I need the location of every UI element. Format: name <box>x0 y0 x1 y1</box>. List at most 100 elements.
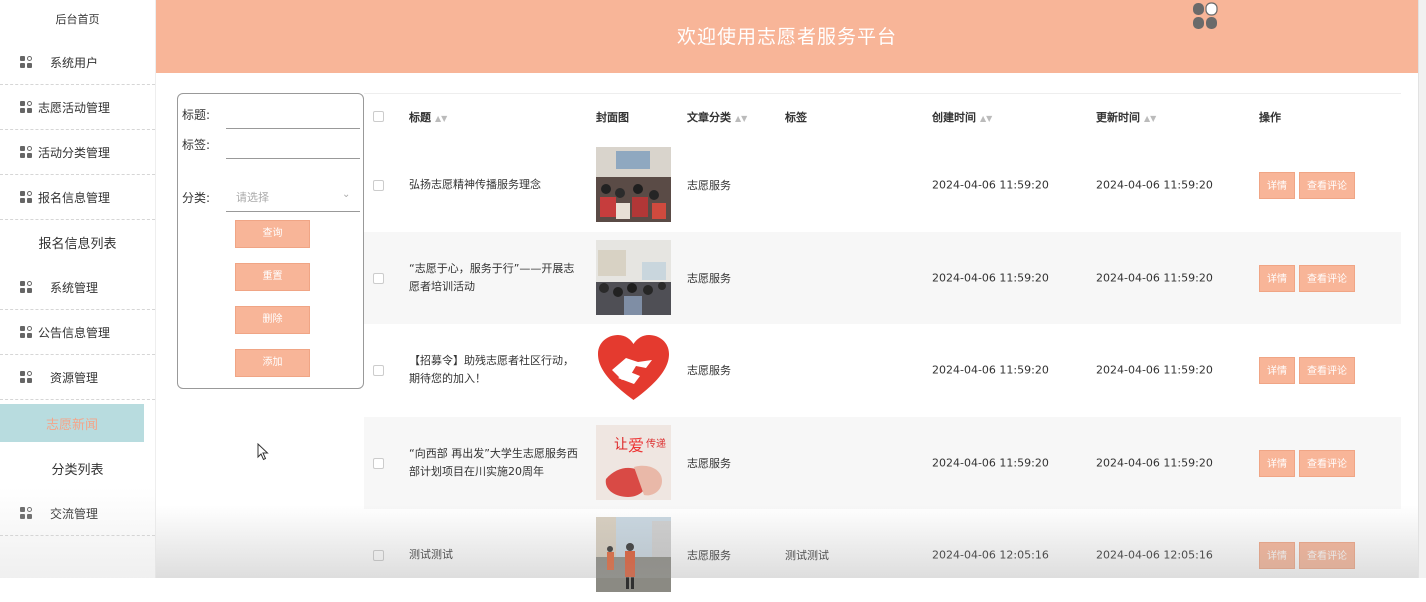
row-checkbox[interactable] <box>373 272 384 284</box>
table-row: “志愿于心，服务于行”——开展志愿者培训活动 志愿服务 2024-04-06 11:… <box>364 231 1401 324</box>
reset-button[interactable]: 重置 <box>235 263 310 291</box>
sidebar-item[interactable]: 志愿活动管理 <box>0 85 155 130</box>
sidebar-item[interactable]: 系统管理 <box>0 265 155 310</box>
sidebar-item-label: 活动分类管理 <box>38 145 111 160</box>
table-row: 【招募令】助残志愿者社区行动，期待您的加入！ 志愿服务 2024-04-06 11:… <box>364 324 1401 417</box>
sidebar-item[interactable]: 资源管理 <box>0 355 155 400</box>
table-row: 弘扬志愿精神传播服务理念 志愿服务 2024-04-06 11:59:20 2024-… <box>364 139 1401 232</box>
logo-icon <box>1193 2 1218 29</box>
row-created: 2024-04-06 11:59:20 <box>932 271 1049 285</box>
row-cover-image <box>596 239 671 315</box>
query-button[interactable]: 查询 <box>235 220 310 248</box>
row-cover-image: 让爱传递 <box>596 424 671 500</box>
table-header: 标题 ▲▼ 封面图 文章分类 ▲▼ 标签 创建时间 ▲▼ 更新时间 ▲▼ 操作 <box>364 93 1401 139</box>
category-select[interactable] <box>226 211 360 212</box>
view-comments-button[interactable]: 查看评论 <box>1299 542 1355 569</box>
sidebar-item-label: 系统管理 <box>50 280 99 295</box>
grid-icon <box>20 370 34 384</box>
search-panel: 标题: 标签: 分类: 请选择 ⌄ 查询 重置 删除 添加 <box>177 93 364 389</box>
sidebar-subitem[interactable]: 分类列表 <box>0 446 155 491</box>
view-comments-button[interactable]: 查看评论 <box>1299 264 1355 292</box>
sidebar-item-label: 资源管理 <box>50 370 99 385</box>
detail-button[interactable]: 详情 <box>1259 449 1295 477</box>
top-header: 欢迎使用志愿者服务平台 <box>156 0 1418 73</box>
row-checkbox[interactable] <box>373 550 384 561</box>
grid-icon <box>20 280 34 294</box>
row-title: 测试测试 <box>409 548 453 562</box>
sidebar-item[interactable]: 交流管理 <box>0 491 155 536</box>
tag-filter-label: 标签: <box>182 138 211 152</box>
detail-button[interactable]: 详情 <box>1259 172 1295 199</box>
row-title: “向西部 再出发”大学生志愿服务西部计划项目在川实施20周年 <box>409 446 578 478</box>
sidebar-item[interactable]: 活动分类管理 <box>0 130 155 175</box>
sidebar-item[interactable]: 公告信息管理 <box>0 310 155 355</box>
category-select-placeholder[interactable]: 请选择 <box>236 189 269 205</box>
grid-icon <box>20 506 34 520</box>
grid-icon <box>20 55 34 69</box>
delete-button[interactable]: 删除 <box>235 306 310 334</box>
grid-icon <box>20 190 34 204</box>
grid-icon <box>20 100 34 114</box>
view-comments-button[interactable]: 查看评论 <box>1299 172 1355 199</box>
row-cover-image <box>596 517 671 592</box>
sidebar-subitem[interactable]: 报名信息列表 <box>0 220 155 265</box>
row-created: 2024-04-06 11:59:20 <box>932 456 1049 470</box>
detail-button[interactable]: 详情 <box>1259 357 1295 384</box>
row-tag: 测试测试 <box>785 549 829 563</box>
row-category: 志愿服务 <box>687 456 731 470</box>
col-updated[interactable]: 更新时间 ▲▼ <box>1096 109 1156 125</box>
row-checkbox[interactable] <box>373 180 384 191</box>
sidebar-item-label: 公告信息管理 <box>38 325 111 340</box>
sidebar-item-label: 系统用户 <box>50 55 99 70</box>
row-title: 【招募令】助残志愿者社区行动，期待您的加入！ <box>409 354 574 386</box>
col-created[interactable]: 创建时间 ▲▼ <box>932 109 992 125</box>
sort-icon[interactable]: ▲▼ <box>435 114 447 123</box>
add-button[interactable]: 添加 <box>235 349 310 377</box>
tag-filter-input[interactable] <box>226 158 360 159</box>
table-body: 弘扬志愿精神传播服务理念 志愿服务 2024-04-06 11:59:20 2024-… <box>364 139 1401 602</box>
sidebar-subitem-active[interactable]: 志愿新闻 <box>0 404 144 442</box>
sidebar-item[interactable]: 系统用户 <box>0 40 155 85</box>
table-row: “向西部 再出发”大学生志愿服务西部计划项目在川实施20周年让爱传递 志愿服务 20… <box>364 416 1401 509</box>
col-actions: 操作 <box>1259 111 1281 124</box>
sidebar-home-link[interactable]: 后台首页 <box>0 0 155 40</box>
chevron-down-icon[interactable]: ⌄ <box>342 189 350 200</box>
row-checkbox[interactable] <box>373 365 384 376</box>
row-checkbox[interactable] <box>373 457 384 469</box>
row-title: 弘扬志愿精神传播服务理念 <box>409 178 541 192</box>
sort-icon[interactable]: ▲▼ <box>980 114 992 123</box>
select-all-checkbox[interactable] <box>373 111 384 122</box>
svg-text:让: 让 <box>614 437 628 453</box>
row-category: 志愿服务 <box>687 364 731 378</box>
article-table: 标题 ▲▼ 封面图 文章分类 ▲▼ 标签 创建时间 ▲▼ 更新时间 ▲▼ 操作 弘扬志愿… <box>364 93 1401 602</box>
scrollbar[interactable] <box>1418 0 1426 578</box>
row-updated: 2024-04-06 11:59:20 <box>1096 271 1213 285</box>
title-filter-label: 标题: <box>182 108 211 122</box>
grid-icon <box>20 325 34 339</box>
sidebar-item[interactable]: 报名信息管理 <box>0 175 155 220</box>
detail-button[interactable]: 详情 <box>1259 542 1295 569</box>
title-filter-input[interactable] <box>226 128 360 129</box>
row-updated: 2024-04-06 11:59:20 <box>1096 363 1213 377</box>
sort-icon[interactable]: ▲▼ <box>1144 114 1156 123</box>
detail-button[interactable]: 详情 <box>1259 264 1295 292</box>
row-updated: 2024-04-06 11:59:20 <box>1096 178 1213 192</box>
view-comments-button[interactable]: 查看评论 <box>1299 357 1355 384</box>
col-category[interactable]: 文章分类 ▲▼ <box>687 109 747 125</box>
view-comments-button[interactable]: 查看评论 <box>1299 449 1355 477</box>
row-category: 志愿服务 <box>687 179 731 193</box>
mouse-cursor-icon <box>257 443 269 461</box>
col-title[interactable]: 标题 ▲▼ <box>409 109 447 125</box>
sort-icon[interactable]: ▲▼ <box>735 114 747 123</box>
row-created: 2024-04-06 11:59:20 <box>932 363 1049 377</box>
category-filter-label: 分类: <box>182 191 211 205</box>
table-row: 测试测试 志愿服务 测试测试 2024-04-06 12:05:16 2024-04-0… <box>364 509 1401 602</box>
sidebar: 后台首页 系统用户志愿活动管理活动分类管理报名信息管理 报名信息列表系统管理公告信… <box>0 0 156 578</box>
row-cover-image <box>596 332 671 407</box>
row-title: “志愿于心，服务于行”——开展志愿者培训活动 <box>409 261 575 293</box>
col-cover: 封面图 <box>596 111 629 124</box>
svg-text:爱: 爱 <box>628 436 644 455</box>
row-cover-image <box>596 147 671 222</box>
sidebar-item-label: 交流管理 <box>50 506 99 521</box>
sidebar-menu: 系统用户志愿活动管理活动分类管理报名信息管理 报名信息列表系统管理公告信息管理 资源… <box>0 40 155 536</box>
